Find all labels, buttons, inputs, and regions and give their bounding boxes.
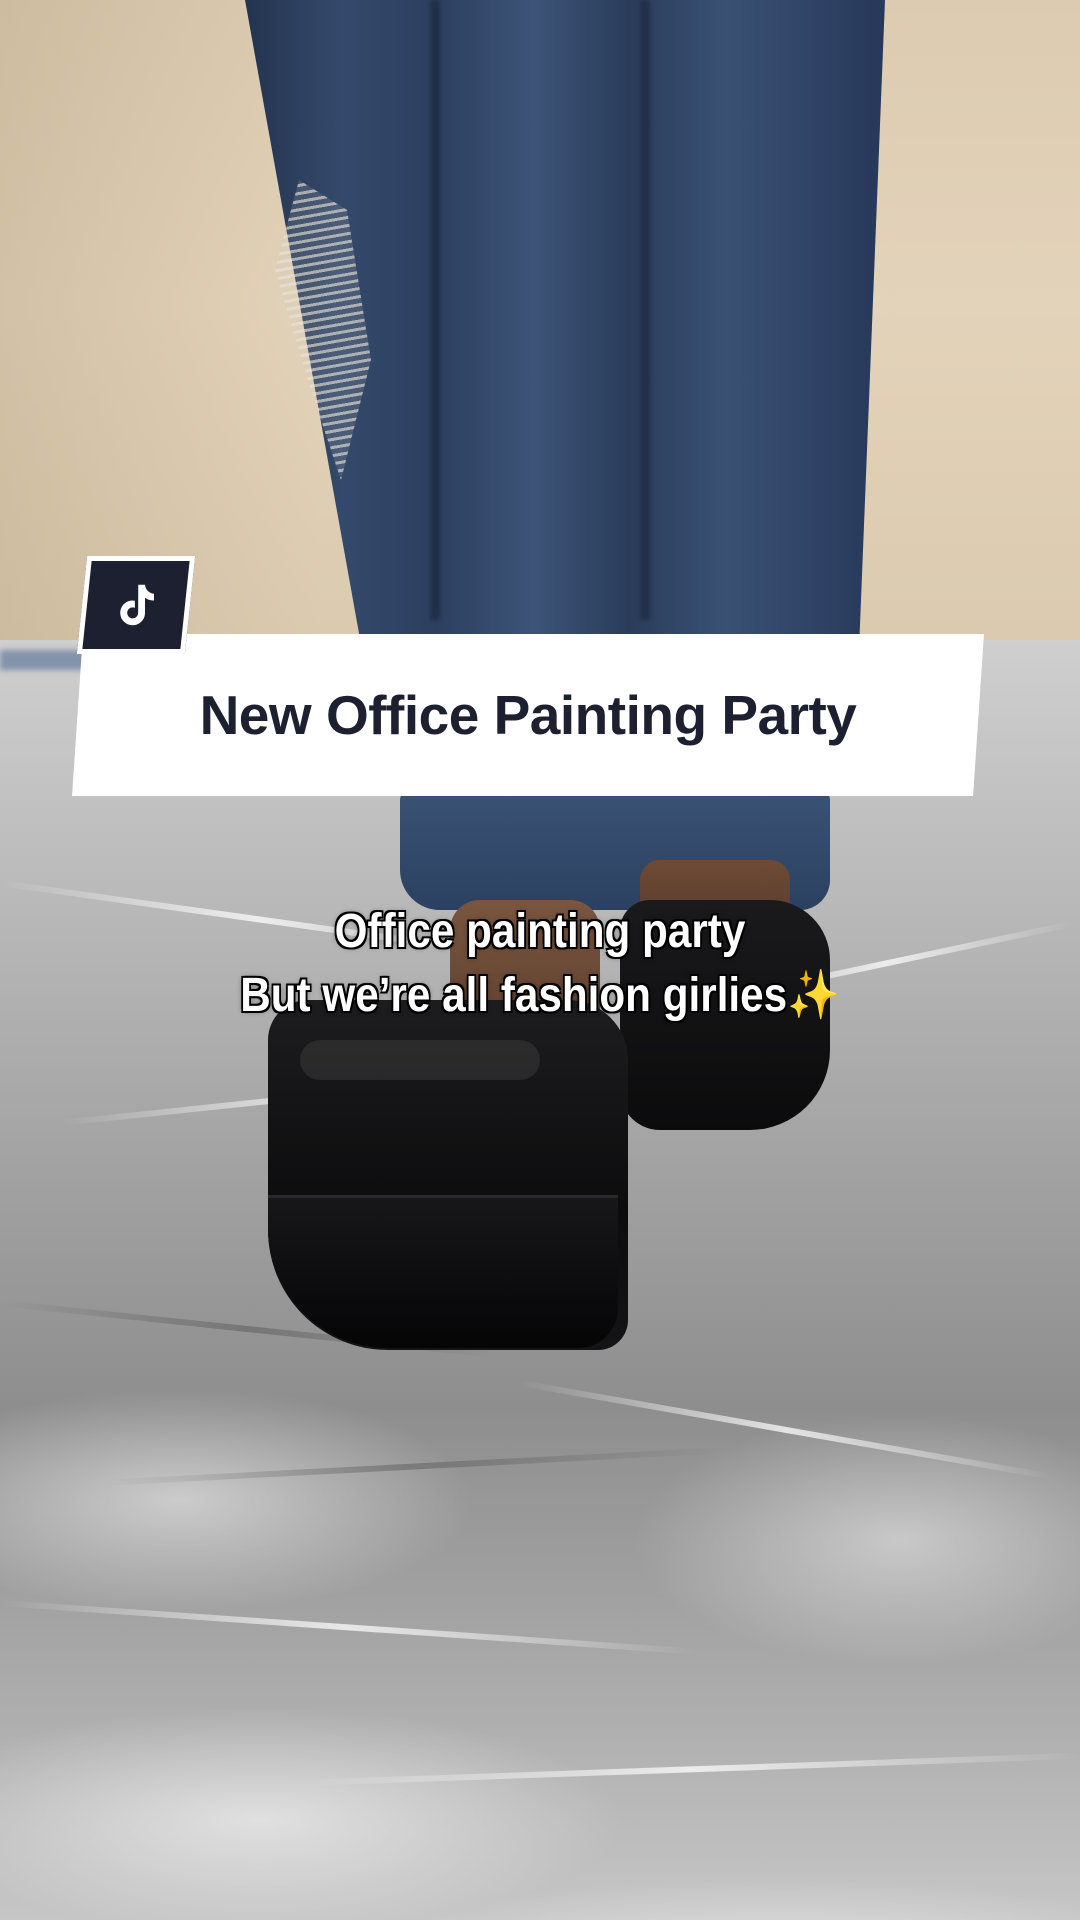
title-card: New Office Painting Party xyxy=(72,634,984,796)
title-text: New Office Painting Party xyxy=(199,684,857,746)
sparkles-emoji: ✨ xyxy=(787,969,840,1022)
jeans-crease xyxy=(640,0,650,620)
platform-sole xyxy=(268,1195,618,1348)
jeans-crease xyxy=(430,0,440,620)
tiktok-note-icon xyxy=(120,584,154,626)
video-caption: Office painting party But we’re all fash… xyxy=(65,900,1015,1028)
shoe-highlight xyxy=(300,1040,540,1080)
caption-line-2-wrapper: But we’re all fashion girlies✨ xyxy=(65,964,1015,1028)
logo-badge xyxy=(76,556,196,654)
caption-line-1: Office painting party xyxy=(334,905,746,958)
caption-line-2: But we’re all fashion girlies xyxy=(240,969,788,1022)
